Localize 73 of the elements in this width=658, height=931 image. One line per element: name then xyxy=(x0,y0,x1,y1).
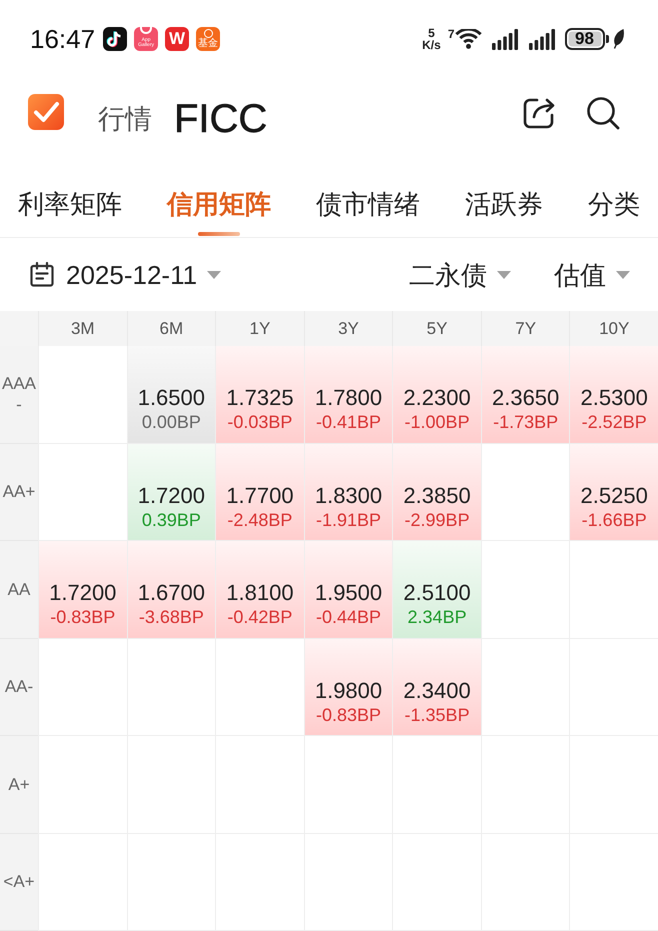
yield-value: 1.7325 xyxy=(226,385,294,411)
section-label: 行情 xyxy=(98,103,152,136)
bp-change: -1.66BP xyxy=(582,508,647,530)
status-time: 16:47 xyxy=(30,24,96,54)
yield-value: 2.3650 xyxy=(492,385,560,411)
app-icon: W xyxy=(165,27,190,51)
yield-value: 1.8100 xyxy=(226,580,294,606)
yield-value: 1.6700 xyxy=(138,580,205,606)
tab[interactable]: 信用矩阵 xyxy=(167,188,271,236)
bp-change: -2.52BP xyxy=(582,411,647,433)
wifi-icon xyxy=(454,29,482,49)
page-title: FICC xyxy=(174,96,268,142)
network-speed-unit: K/s xyxy=(422,39,441,51)
bp-change: -0.83BP xyxy=(316,704,382,726)
search-icon[interactable] xyxy=(586,96,620,130)
yield-value: 1.7200 xyxy=(49,580,116,606)
row-header: AAA- xyxy=(0,346,38,444)
bp-change: -0.83BP xyxy=(50,606,116,628)
network-speed-value: 5 xyxy=(428,27,435,39)
yield-value: 1.7200 xyxy=(138,482,205,508)
active-tab-indicator xyxy=(198,232,240,236)
yield-value: 2.5100 xyxy=(403,580,471,606)
caret-icon xyxy=(616,270,630,278)
yield-value: 2.3400 xyxy=(403,678,471,704)
wifi-standard-label: 7 xyxy=(448,28,454,40)
bp-change: -3.68BP xyxy=(138,606,204,628)
tab[interactable]: 分类 xyxy=(588,188,640,220)
signal-icon xyxy=(528,28,556,50)
bp-change: -1.00BP xyxy=(404,411,470,433)
bp-change: -1.73BP xyxy=(493,411,558,433)
tab[interactable]: 债市情绪 xyxy=(316,188,420,220)
row-header: <A+ xyxy=(0,834,38,931)
bp-change: -1.91BP xyxy=(316,508,382,530)
leaf-icon xyxy=(613,29,624,49)
battery-indicator: 98 xyxy=(564,28,609,50)
bp-change: -0.03BP xyxy=(227,411,292,433)
signal-icon xyxy=(492,28,518,50)
yield-value: 1.9800 xyxy=(314,678,382,704)
bp-change: -2.99BP xyxy=(404,508,470,530)
music-note-icon xyxy=(103,27,128,51)
row-header: AA- xyxy=(0,638,38,736)
yield-value: 1.7700 xyxy=(226,482,294,508)
bp-change: -0.41BP xyxy=(316,411,382,433)
yield-value: 2.5250 xyxy=(580,482,648,508)
column-header: 3M xyxy=(38,311,127,346)
calendar-icon xyxy=(30,262,54,287)
yield-value: 1.8300 xyxy=(314,482,382,508)
caret-icon xyxy=(207,270,222,278)
date-picker[interactable]: 2025-12-11 xyxy=(30,260,222,290)
yield-value: 2.2300 xyxy=(403,385,471,411)
bp-change: -0.44BP xyxy=(316,606,382,628)
share-icon[interactable] xyxy=(522,96,556,130)
bp-change: -2.48BP xyxy=(227,508,292,530)
tab[interactable]: 活跃券 xyxy=(465,188,543,220)
bp-change: 0.00BP xyxy=(142,411,201,433)
bp-change: 2.34BP xyxy=(408,606,467,628)
yield-value: 2.5300 xyxy=(580,385,648,411)
bp-change: -0.42BP xyxy=(227,606,292,628)
bp-change: 0.39BP xyxy=(142,508,201,530)
yield-value: 1.9500 xyxy=(314,580,382,606)
yield-value: 1.6500 xyxy=(138,385,205,411)
app-icon: 基金 xyxy=(196,27,220,51)
row-header: A+ xyxy=(0,736,38,834)
dropdown-button[interactable]: 估值 xyxy=(554,260,630,290)
caret-icon xyxy=(497,270,511,278)
row-header: AA+ xyxy=(0,444,38,541)
yield-value: 2.3850 xyxy=(403,482,471,508)
yield-value: 1.7800 xyxy=(314,385,382,411)
row-header: AA xyxy=(0,541,38,638)
bp-change: -1.35BP xyxy=(404,704,470,726)
checkbox-icon xyxy=(28,94,64,130)
dropdown-button[interactable]: 二永债 xyxy=(409,260,511,290)
tab[interactable]: 利率矩阵 xyxy=(18,188,122,220)
